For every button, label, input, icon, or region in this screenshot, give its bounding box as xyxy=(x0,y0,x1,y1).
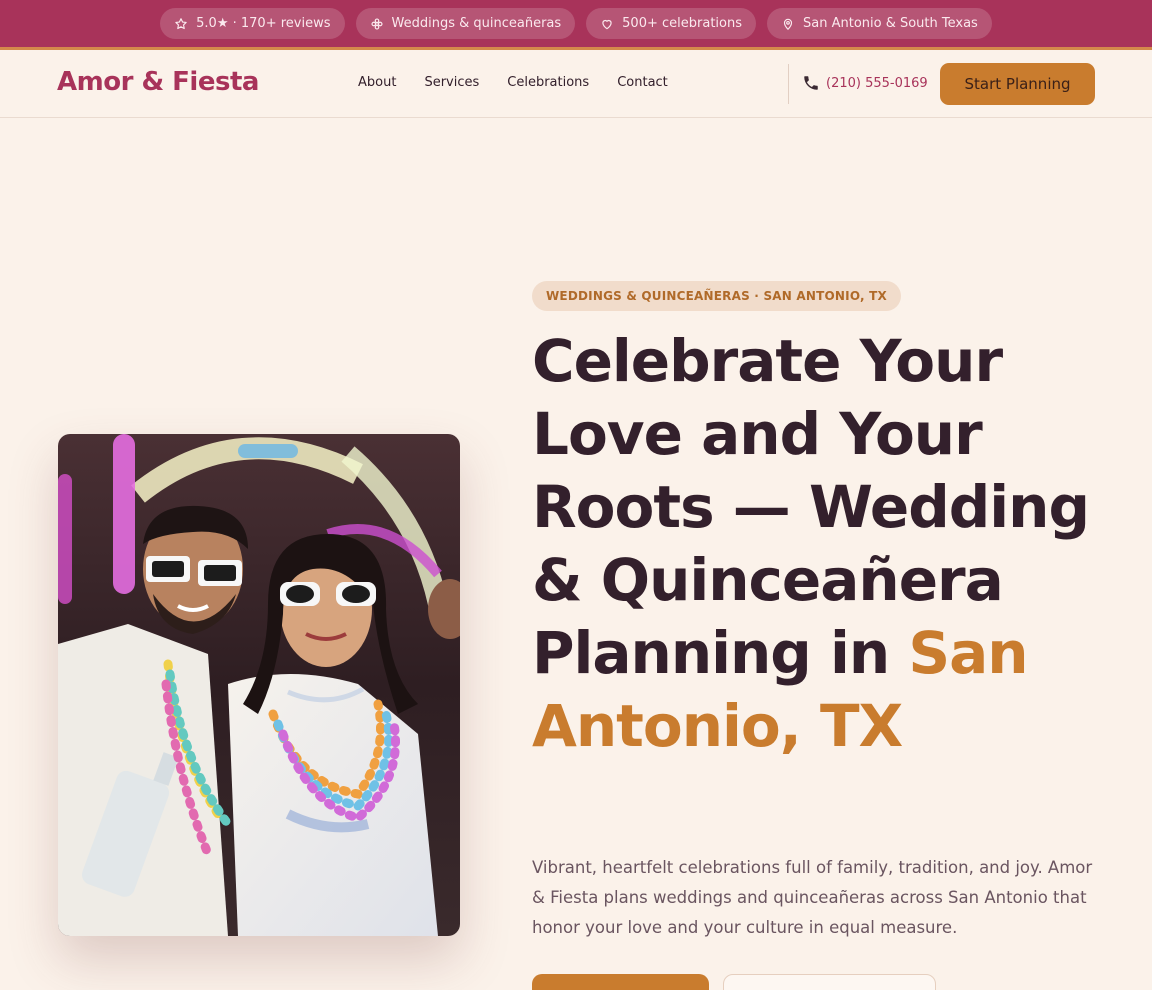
start-planning-button[interactable]: Start Planning xyxy=(940,63,1095,105)
services-badge: Weddings & quinceañeras xyxy=(355,8,576,39)
celebrations-badge-text: 500+ celebrations xyxy=(622,16,742,31)
star-icon xyxy=(175,17,187,29)
hero-headline: Celebrate Your Love and Your Roots — Wed… xyxy=(532,325,1132,763)
celebrations-badge: 500+ celebrations xyxy=(586,8,756,39)
nav-link-contact[interactable]: Contact xyxy=(617,75,668,90)
hero-eyebrow: WEDDINGS & QUINCEAÑERAS · SAN ANTONIO, T… xyxy=(532,281,901,311)
nav-link-celebrations[interactable]: Celebrations xyxy=(507,75,589,90)
nav-link-services[interactable]: Services xyxy=(424,75,479,90)
flower-icon xyxy=(370,17,383,30)
hero-primary-button[interactable] xyxy=(532,974,709,990)
nav-divider xyxy=(788,64,789,104)
hero-description: Vibrant, heartfelt celebrations full of … xyxy=(532,858,1093,937)
services-badge-text: Weddings & quinceañeras xyxy=(391,16,562,31)
location-badge-text: San Antonio & South Texas xyxy=(803,16,978,31)
site-logo[interactable]: Amor & Fiesta xyxy=(57,67,259,97)
nav-menu: About Services Celebrations Contact xyxy=(358,75,668,90)
phone-icon xyxy=(804,76,818,90)
hero-couple-photo xyxy=(58,434,460,936)
top-badge-bar: 5.0★ · 170+ reviews Weddings & quinceañe… xyxy=(0,0,1152,50)
phone-number: (210) 555-0169 xyxy=(826,75,928,91)
hero-secondary-button[interactable] xyxy=(723,974,936,990)
reviews-badge: 5.0★ · 170+ reviews xyxy=(160,8,345,39)
phone-link[interactable]: (210) 555-0169 xyxy=(802,74,928,92)
reviews-badge-text: 5.0★ · 170+ reviews xyxy=(196,16,331,31)
nav-link-about[interactable]: About xyxy=(358,75,396,90)
main-navigation: Amor & Fiesta About Services Celebration… xyxy=(0,53,1152,118)
heart-icon xyxy=(602,19,612,29)
location-badge: San Antonio & South Texas xyxy=(767,8,992,39)
location-pin-icon xyxy=(783,18,793,30)
